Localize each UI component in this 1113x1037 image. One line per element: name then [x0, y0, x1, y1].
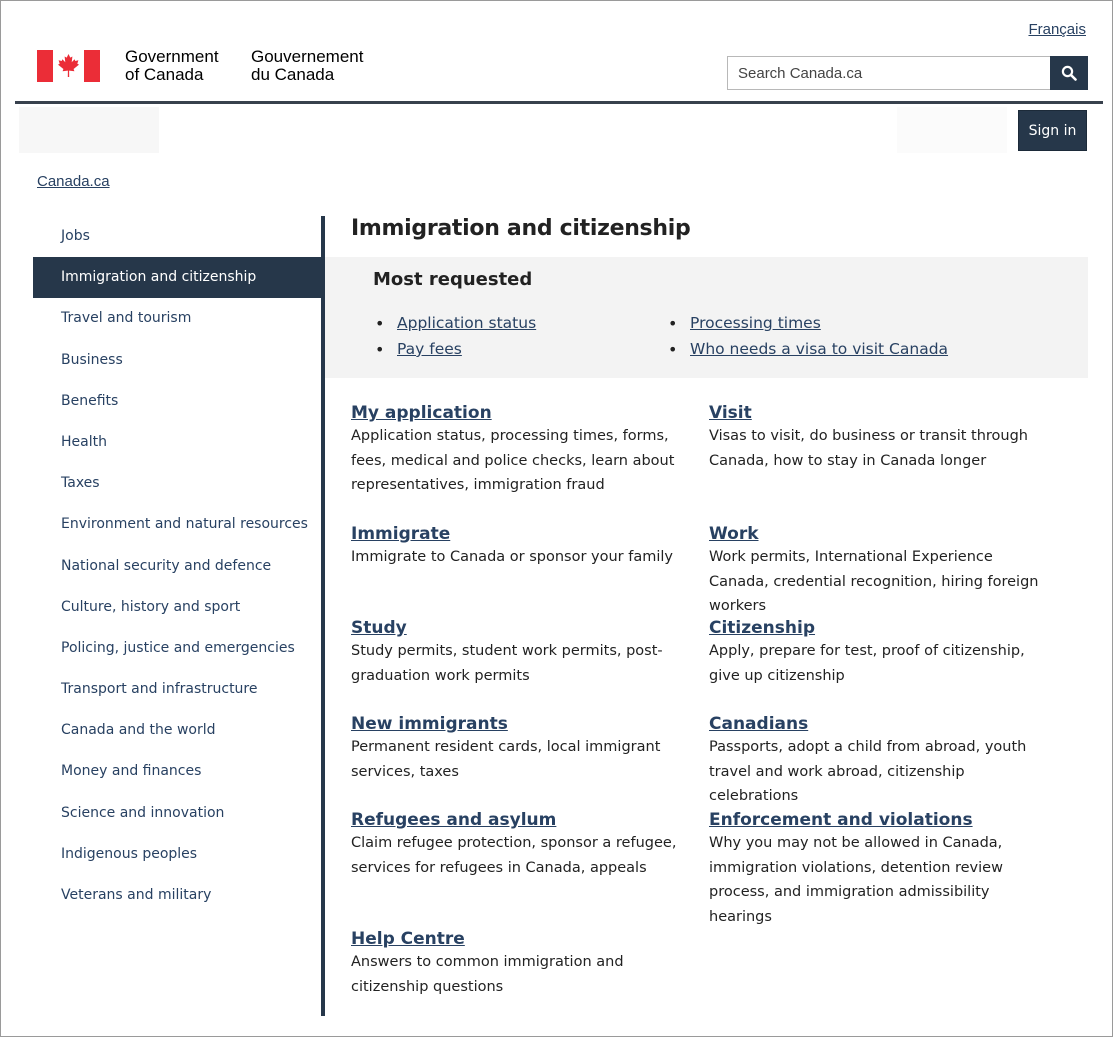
pay-fees-link[interactable]: Pay fees — [397, 340, 462, 358]
sidebar-item-business[interactable]: Business — [33, 340, 321, 381]
task-description: Apply, prepare for test, proof of citize… — [709, 643, 1025, 684]
canada-flag-icon — [37, 50, 100, 82]
page-frame: Français Government of Canada Gouverneme… — [0, 0, 1113, 1037]
sidebar-item-jobs[interactable]: Jobs — [33, 216, 321, 257]
sidebar-item-health[interactable]: Health — [33, 422, 321, 463]
government-signature[interactable]: Government of Canada Gouvernement du Can… — [37, 48, 363, 84]
task-canadians: Canadians Passports, adopt a child from … — [709, 713, 1055, 809]
sign-in-button[interactable]: Sign in — [1018, 110, 1087, 151]
task-description: Work permits, International Experience C… — [709, 549, 1039, 614]
list-item: Processing times — [668, 314, 948, 340]
task-description: Study permits, student work permits, pos… — [351, 643, 663, 684]
signature-en-line1: Government — [125, 47, 219, 66]
language-toggle-link[interactable]: Français — [1028, 21, 1086, 38]
task-description: Passports, adopt a child from abroad, yo… — [709, 739, 1027, 804]
menu-placeholder — [19, 107, 159, 153]
task-link-citizenship[interactable]: Citizenship — [709, 617, 1055, 639]
most-requested-title: Most requested — [373, 269, 533, 290]
sidebar-item-travel[interactable]: Travel and tourism — [33, 298, 321, 339]
task-link-my-application[interactable]: My application — [351, 402, 697, 424]
signature-french: Gouvernement du Canada — [251, 48, 363, 84]
task-description: Application status, processing times, fo… — [351, 428, 675, 493]
sidebar-item-benefits[interactable]: Benefits — [33, 381, 321, 422]
task-link-refugees[interactable]: Refugees and asylum — [351, 809, 697, 831]
sidebar-item-transport[interactable]: Transport and infrastructure — [33, 669, 321, 710]
task-help-centre: Help Centre Answers to common immigratio… — [351, 928, 697, 999]
sidebar-item-money[interactable]: Money and finances — [33, 751, 321, 792]
sidebar-item-veterans[interactable]: Veterans and military — [33, 875, 321, 916]
task-citizenship: Citizenship Apply, prepare for test, pro… — [709, 617, 1055, 688]
task-new-immigrants: New immigrants Permanent resident cards,… — [351, 713, 697, 784]
sidebar-item-immigration[interactable]: Immigration and citizenship — [33, 257, 321, 299]
sidebar-item-environment[interactable]: Environment and natural resources — [33, 504, 321, 545]
processing-times-link[interactable]: Processing times — [690, 314, 821, 332]
task-link-visit[interactable]: Visit — [709, 402, 1055, 424]
task-link-help-centre[interactable]: Help Centre — [351, 928, 697, 950]
task-description: Claim refugee protection, sponsor a refu… — [351, 835, 677, 876]
breadcrumb-canada-link[interactable]: Canada.ca — [37, 173, 110, 190]
most-requested-panel: Most requested Application status Pay fe… — [325, 257, 1088, 378]
page-title: Immigration and citizenship — [351, 216, 691, 241]
task-link-canadians[interactable]: Canadians — [709, 713, 1055, 735]
search-icon — [1061, 65, 1077, 81]
signature-en-line2: of Canada — [125, 65, 204, 84]
task-visit: Visit Visas to visit, do business or tra… — [709, 402, 1055, 473]
list-item: Pay fees — [375, 340, 536, 366]
sidebar-item-science[interactable]: Science and innovation — [33, 793, 321, 834]
task-link-work[interactable]: Work — [709, 523, 1055, 545]
signature-fr-line2: du Canada — [251, 65, 335, 84]
sidebar-item-world[interactable]: Canada and the world — [33, 710, 321, 751]
visa-requirements-link[interactable]: Who needs a visa to visit Canada — [690, 340, 948, 358]
signature-english: Government of Canada — [125, 48, 219, 84]
task-refugees: Refugees and asylum Claim refugee protec… — [351, 809, 697, 880]
search-input[interactable] — [727, 56, 1050, 90]
list-item: Who needs a visa to visit Canada — [668, 340, 948, 366]
task-immigrate: Immigrate Immigrate to Canada or sponsor… — [351, 523, 697, 570]
task-enforcement: Enforcement and violations Why you may n… — [709, 809, 1055, 929]
signature-fr-line1: Gouvernement — [251, 47, 364, 66]
sidebar-item-security[interactable]: National security and defence — [33, 546, 321, 587]
search-button[interactable] — [1050, 56, 1088, 90]
header-rule — [15, 101, 1103, 104]
task-description: Answers to common immigration and citize… — [351, 954, 624, 995]
sidebar-item-culture[interactable]: Culture, history and sport — [33, 587, 321, 628]
task-link-enforcement[interactable]: Enforcement and violations — [709, 809, 1055, 831]
sidebar-item-indigenous[interactable]: Indigenous peoples — [33, 834, 321, 875]
sidebar-item-policing[interactable]: Policing, justice and emergencies — [33, 628, 321, 669]
task-description: Why you may not be allowed in Canada, im… — [709, 835, 1003, 925]
task-work: Work Work permits, International Experie… — [709, 523, 1055, 619]
most-requested-list-left: Application status Pay fees — [375, 314, 536, 366]
task-link-new-immigrants[interactable]: New immigrants — [351, 713, 697, 735]
task-description: Immigrate to Canada or sponsor your fami… — [351, 549, 673, 565]
task-link-immigrate[interactable]: Immigrate — [351, 523, 697, 545]
task-study: Study Study permits, student work permit… — [351, 617, 697, 688]
sidebar-item-taxes[interactable]: Taxes — [33, 463, 321, 504]
sidebar-nav: Jobs Immigration and citizenship Travel … — [33, 216, 321, 916]
task-description: Visas to visit, do business or transit t… — [709, 428, 1028, 469]
site-search — [727, 56, 1088, 90]
task-link-study[interactable]: Study — [351, 617, 697, 639]
most-requested-list-right: Processing times Who needs a visa to vis… — [668, 314, 948, 366]
menu-placeholder-right — [897, 107, 1007, 153]
application-status-link[interactable]: Application status — [397, 314, 536, 332]
task-description: Permanent resident cards, local immigran… — [351, 739, 661, 780]
list-item: Application status — [375, 314, 536, 340]
task-my-application: My application Application status, proce… — [351, 402, 697, 498]
